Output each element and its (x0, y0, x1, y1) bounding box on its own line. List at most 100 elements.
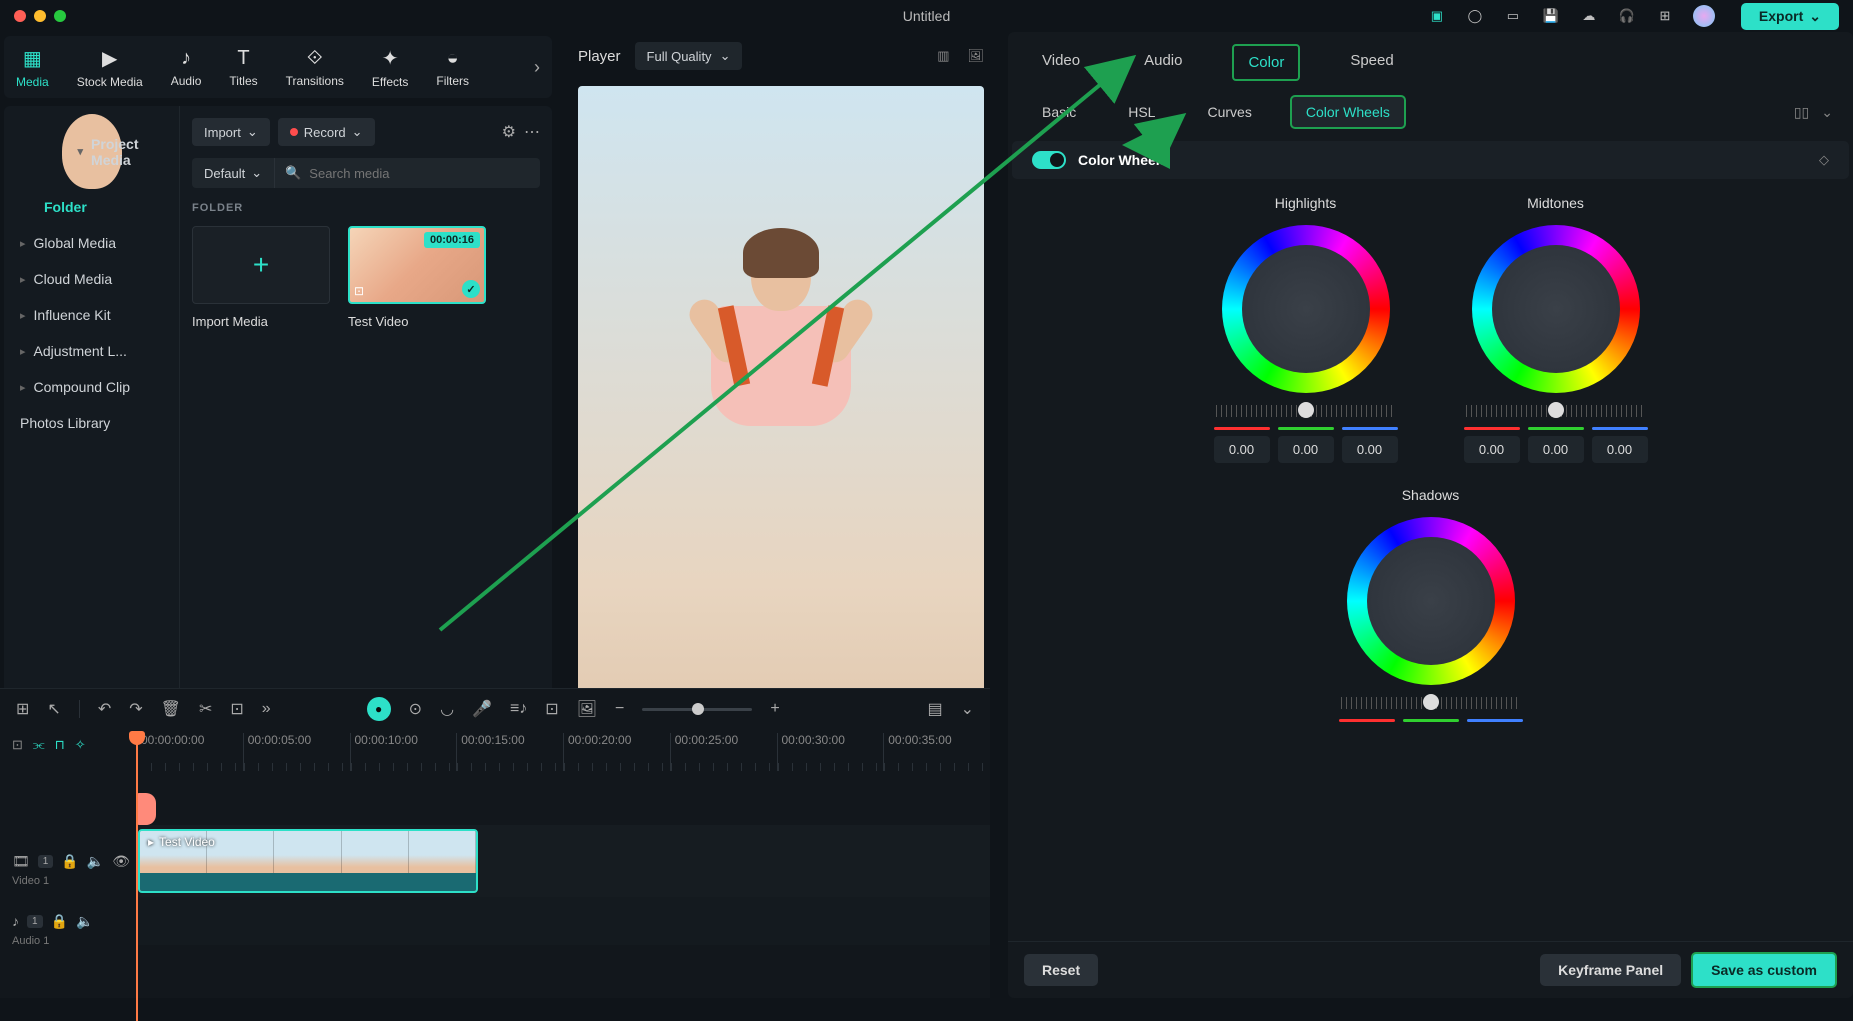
timeline-view-icon[interactable]: ▤ (927, 699, 942, 719)
tab-media[interactable]: ▦Media (16, 46, 49, 89)
highlights-g-value[interactable]: 0.00 (1278, 436, 1334, 463)
sidebar-item-compound-clip[interactable]: ▸Compound Clip (4, 369, 179, 405)
timeline-ruler[interactable]: 00:00:00:00 00:00:05:00 00:00:10:00 00:0… (136, 733, 990, 771)
export-button[interactable]: Export ⌄ (1741, 3, 1839, 30)
search-field[interactable] (309, 166, 530, 181)
link-icon[interactable]: ⫘ (33, 737, 45, 753)
keyframe-diamond-icon[interactable]: ◇ (1819, 152, 1829, 168)
midtones-b-value[interactable]: 0.00 (1592, 436, 1648, 463)
save-as-custom-button[interactable]: Save as custom (1691, 952, 1837, 988)
import-button[interactable]: Import⌄ (192, 118, 270, 146)
record-button[interactable]: Record⌄ (278, 118, 375, 146)
color-wheels-toggle[interactable] (1032, 151, 1066, 169)
video-track-lane[interactable]: ▸Test Video (136, 825, 990, 897)
visibility-icon[interactable]: 👁 (112, 853, 130, 870)
sidebar-item-global-media[interactable]: ▸Global Media (4, 225, 179, 261)
save-icon[interactable]: 💾 (1541, 6, 1561, 26)
sidebar-item-cloud-media[interactable]: ▸Cloud Media (4, 261, 179, 297)
highlights-b-value[interactable]: 0.00 (1342, 436, 1398, 463)
lock-icon[interactable]: 🔒 (51, 913, 68, 930)
ai-assistant-icon[interactable]: ● (367, 697, 391, 721)
highlights-color-wheel[interactable] (1222, 225, 1390, 393)
selection-tool-icon[interactable]: ↖ (47, 699, 60, 719)
snap-icon[interactable]: ✧ (75, 737, 86, 753)
shadows-brightness-slider[interactable] (1341, 697, 1521, 709)
maximize-window[interactable] (54, 10, 66, 22)
tab-stock-media[interactable]: ▶Stock Media (77, 46, 143, 89)
record-status-icon[interactable]: ◯ (1465, 6, 1485, 26)
cut-icon[interactable]: ✂ (199, 699, 212, 719)
mute-icon[interactable]: 🔈 (76, 913, 93, 930)
more-tools-icon[interactable]: » (262, 700, 271, 718)
midtones-brightness-slider[interactable] (1466, 405, 1646, 417)
audio-track-lane[interactable] (136, 897, 990, 945)
close-window[interactable] (14, 10, 26, 22)
delete-icon[interactable]: 🗑 (161, 699, 181, 719)
tab-audio-inspector[interactable]: Audio (1130, 44, 1196, 81)
filter-icon[interactable]: ⚙ (502, 122, 516, 142)
tabs-scroll-right[interactable]: › (534, 57, 540, 78)
headphones-icon[interactable]: 🎧 (1617, 6, 1637, 26)
picture-icon[interactable]: 🖼 (577, 699, 597, 719)
zoom-slider[interactable] (642, 708, 752, 711)
more-icon[interactable]: ⋯ (524, 122, 540, 142)
display-icon[interactable]: ▭ (1503, 6, 1523, 26)
gift-icon[interactable]: ▣ (1427, 6, 1447, 26)
compare-view-icon[interactable]: ▥ (937, 48, 949, 64)
sidebar-item-folder[interactable]: Folder (4, 189, 179, 225)
sidebar-item-influence-kit[interactable]: ▸Influence Kit (4, 297, 179, 333)
subtab-color-wheels[interactable]: Color Wheels (1290, 95, 1406, 129)
redo-icon[interactable]: ↷ (129, 699, 142, 719)
cloud-icon[interactable]: ☁ (1579, 6, 1599, 26)
tab-speed[interactable]: Speed (1336, 44, 1407, 81)
import-media-tile[interactable]: + Import Media (192, 226, 330, 329)
search-input[interactable]: 🔍 (274, 158, 540, 188)
track-handle[interactable] (136, 793, 156, 825)
tab-video[interactable]: Video (1028, 44, 1094, 81)
magnet-icon[interactable]: ⊓ (55, 737, 65, 753)
lock-icon[interactable]: 🔒 (61, 853, 78, 870)
subtab-basic[interactable]: Basic (1028, 97, 1090, 127)
crop-tool-icon[interactable]: ⊡ (230, 699, 243, 719)
marker-icon[interactable]: ◡ (440, 699, 454, 719)
media-clip-test-video[interactable]: 00:00:16 ⊡ ✓ Test Video (348, 226, 486, 329)
undo-icon[interactable]: ↶ (98, 699, 111, 719)
midtones-r-value[interactable]: 0.00 (1464, 436, 1520, 463)
quality-dropdown[interactable]: Full Quality⌄ (635, 42, 743, 70)
timeline-settings-icon[interactable]: ⌄ (961, 699, 974, 719)
minimize-window[interactable] (34, 10, 46, 22)
highlights-brightness-slider[interactable] (1216, 405, 1396, 417)
snapshot-icon[interactable]: 🖼 (967, 48, 984, 64)
timeline-grid-icon[interactable]: ⊞ (16, 699, 29, 719)
subtab-hsl[interactable]: HSL (1114, 97, 1169, 127)
highlights-r-value[interactable]: 0.00 (1214, 436, 1270, 463)
voiceover-icon[interactable]: 🎤 (472, 699, 492, 719)
timeline-clip[interactable]: ▸Test Video (138, 829, 478, 893)
zoom-in-icon[interactable]: + (770, 700, 779, 718)
grid-icon[interactable]: ⊞ (1655, 6, 1675, 26)
sidebar-item-photos-library[interactable]: Photos Library (4, 405, 179, 441)
tab-transitions[interactable]: ⟐Transitions (286, 47, 344, 88)
playhead[interactable] (136, 733, 138, 1021)
sort-dropdown[interactable]: Default⌄ (192, 158, 274, 188)
midtones-color-wheel[interactable] (1472, 225, 1640, 393)
sidebar-item-project-media[interactable]: ▾Project Media (62, 114, 122, 189)
tab-audio[interactable]: ♪Audio (171, 47, 202, 88)
reset-button[interactable]: Reset (1024, 954, 1098, 986)
tab-effects[interactable]: ✦Effects (372, 46, 408, 89)
subtitle-icon[interactable]: ⊡ (545, 699, 558, 719)
keyframe-panel-button[interactable]: Keyframe Panel (1540, 954, 1681, 986)
sidebar-item-adjustment-layer[interactable]: ▸Adjustment L... (4, 333, 179, 369)
speed-icon[interactable]: ⊙ (409, 699, 422, 719)
track-options-icon[interactable]: ⊡ (12, 737, 23, 753)
mute-icon[interactable]: 🔈 (87, 853, 104, 870)
tab-titles[interactable]: TTitles (229, 47, 257, 88)
audio-sync-icon[interactable]: ≡♪ (510, 700, 527, 718)
zoom-out-icon[interactable]: − (615, 700, 624, 718)
midtones-g-value[interactable]: 0.00 (1528, 436, 1584, 463)
subtab-curves[interactable]: Curves (1193, 97, 1265, 127)
tab-filters[interactable]: ◒Filters (436, 47, 469, 88)
user-avatar[interactable] (1693, 5, 1715, 27)
shadows-color-wheel[interactable] (1347, 517, 1515, 685)
tab-color[interactable]: Color (1232, 44, 1300, 81)
